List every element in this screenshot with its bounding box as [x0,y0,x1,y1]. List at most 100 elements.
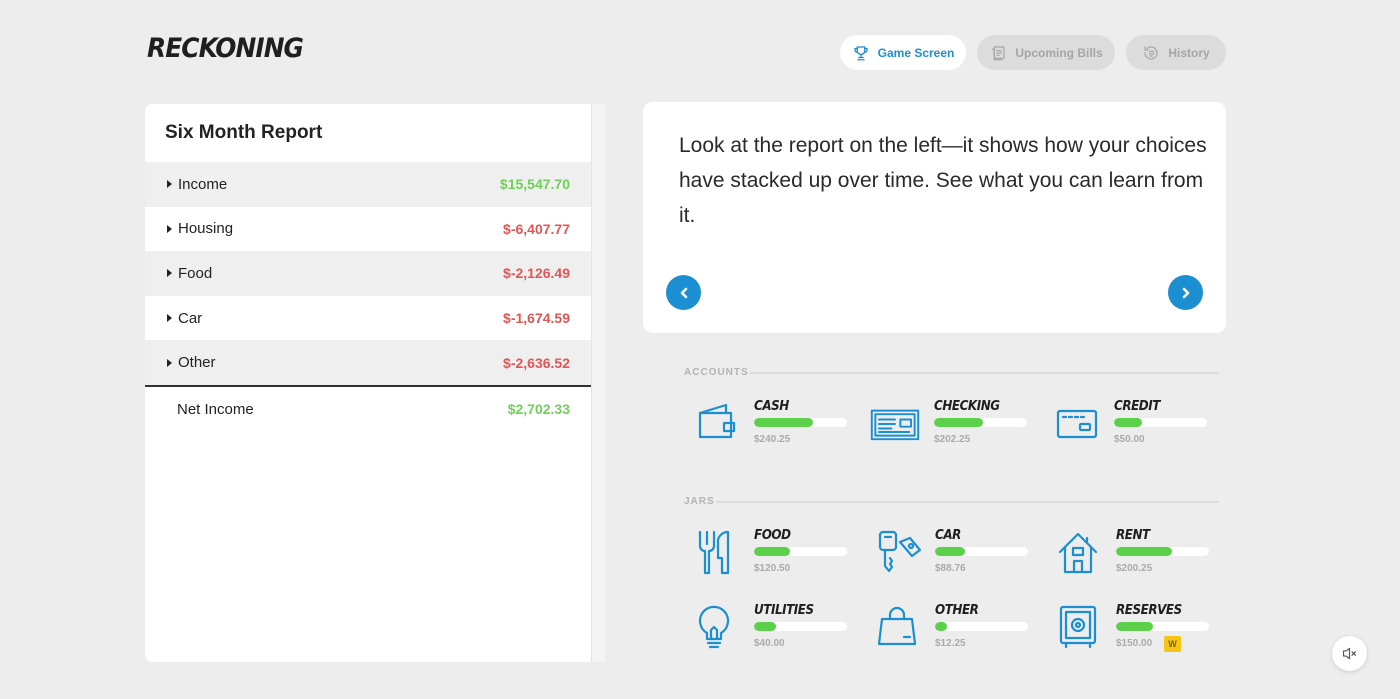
credit-card-icon [1056,409,1098,439]
app-logo: RECKONING [147,33,304,64]
account-name: CREDIT [1114,399,1160,414]
jar-balance: $120.50 [754,563,791,574]
account-name: CASH [754,399,789,414]
jar-name: CAR [935,528,961,543]
caret-right-icon [167,180,172,189]
report-scrollbar[interactable] [591,104,605,662]
balance-bar [935,622,1028,631]
balance-bar [754,622,847,631]
jar-reserves[interactable]: RESERVES $150.00 W [1058,603,1223,655]
jar-balance: $150.00 [1116,638,1153,649]
report-row-amount: $-6,407.77 [503,220,570,237]
report-row-other[interactable]: Other $-2,636.52 [145,340,591,385]
balance-bar [754,547,847,556]
report-row-label: Income [178,175,228,193]
jar-balance: $200.25 [1116,563,1153,574]
jar-rent[interactable]: RENT $200.25 [1058,528,1223,580]
house-icon [1058,532,1098,574]
balance-bar-fill [935,547,965,556]
balance-bar [1116,547,1209,556]
jar-balance: $88.76 [935,563,966,574]
message-text: Look at the report on the left—it shows … [679,134,1207,227]
jar-balance: $12.25 [935,638,966,649]
report-title: Six Month Report [165,122,323,143]
balance-bar-fill [754,418,813,427]
jar-food[interactable]: FOOD $120.50 [696,528,861,580]
report-row-amount: $15,547.70 [499,176,570,193]
report-row-label: Car [178,309,203,327]
accounts-section-label: ACCOUNTS [684,367,749,378]
balance-bar-fill [754,622,777,631]
report-row-amount: $-1,674.59 [503,310,570,327]
jar-name: UTILITIES [754,603,814,618]
six-month-report-panel: Six Month Report Income $15,547.70 Housi… [145,104,591,662]
report-row-label: Other [178,354,216,372]
account-cash[interactable]: CASH $240.25 [696,399,861,451]
jar-other[interactable]: OTHER $12.25 [877,603,1042,655]
lightbulb-icon [698,605,730,649]
bills-icon [992,45,1005,60]
balance-bar-fill [935,622,948,631]
sound-toggle-button[interactable] [1332,636,1367,671]
tab-history[interactable]: History [1126,35,1226,70]
jars-divider [716,501,1219,503]
report-row-food[interactable]: Food $-2,126.49 [145,251,591,296]
car-key-icon [878,530,922,573]
report-row-car[interactable]: Car $-1,674.59 [145,296,591,341]
caret-right-icon [167,269,172,278]
jar-name: RESERVES [1116,603,1182,618]
account-name: CHECKING [934,399,1000,414]
reserves-badge: W [1164,636,1181,652]
report-row-label: Food [178,264,213,282]
account-credit[interactable]: CREDIT $50.00 [1056,399,1221,451]
report-row-income[interactable]: Income $15,547.70 [145,162,591,207]
tab-game-screen[interactable]: Game Screen [840,35,966,70]
account-balance: $50.00 [1114,434,1145,445]
safe-icon [1059,605,1097,649]
net-income-label: Net Income [177,400,254,418]
fork-knife-icon [698,530,730,575]
report-row-amount: $-2,126.49 [503,265,570,282]
caret-right-icon [167,224,172,233]
check-icon [870,409,920,441]
message-card: Look at the report on the left—it shows … [643,102,1226,333]
accounts-divider [750,372,1219,374]
jars-section-label: JARS [684,496,715,507]
previous-button[interactable] [666,275,701,310]
balance-bar [935,547,1028,556]
balance-bar [1114,418,1207,427]
jar-name: OTHER [935,603,979,618]
balance-bar-fill [1114,418,1142,427]
next-button[interactable] [1168,275,1203,310]
tab-upcoming-bills-label: Upcoming Bills [1015,45,1103,60]
jar-utilities[interactable]: UTILITIES $40.00 [696,603,861,655]
balance-bar [754,418,847,427]
balance-bar-fill [1116,622,1154,631]
net-income-amount: $2,702.33 [507,401,570,418]
jar-name: FOOD [754,528,791,543]
balance-bar-fill [934,418,984,427]
balance-bar-fill [1116,547,1172,556]
caret-right-icon [167,314,172,323]
account-checking[interactable]: CHECKING $202.25 [870,399,1041,451]
chevron-left-icon [680,287,687,298]
report-row-housing[interactable]: Housing $-6,407.77 [145,207,591,252]
balance-bar [1116,622,1209,631]
history-icon [1144,45,1158,60]
balance-bar-fill [754,547,791,556]
account-balance: $202.25 [934,434,971,445]
caret-right-icon [167,358,172,367]
report-row-label: Housing [178,220,234,238]
tab-upcoming-bills[interactable]: Upcoming Bills [977,35,1115,70]
chevron-right-icon [1182,287,1189,298]
shopping-bag-icon [877,606,917,646]
trophy-icon [853,45,868,60]
account-balance: $240.25 [754,434,791,445]
balance-bar [934,418,1027,427]
tab-game-screen-label: Game Screen [877,45,955,60]
tab-history-label: History [1168,45,1210,60]
speaker-muted-icon [1342,647,1357,660]
net-income-row: Net Income $2,702.33 [145,387,591,432]
jar-name: RENT [1116,528,1150,543]
jar-car[interactable]: CAR $88.76 [877,528,1042,580]
